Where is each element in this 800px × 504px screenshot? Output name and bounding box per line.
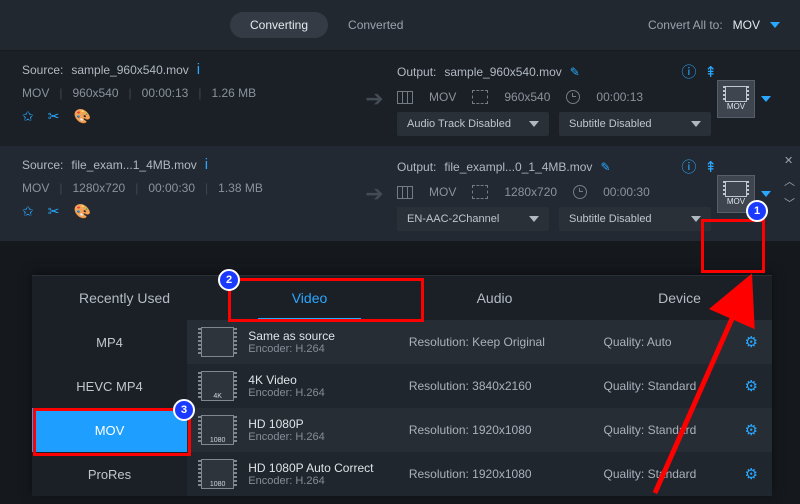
preset-row[interactable]: Same as sourceEncoder: H.264 Resolution:…: [187, 320, 772, 364]
gear-icon[interactable]: ⚙: [745, 465, 758, 483]
tab-converting[interactable]: Converting: [230, 12, 328, 38]
film-icon: 4K: [201, 371, 234, 401]
info-icon[interactable]: ⓘ: [681, 156, 696, 177]
output-label: Output:: [397, 160, 436, 174]
edit-icon[interactable]: ✎: [570, 65, 580, 79]
source-duration: 00:00:30: [148, 181, 195, 195]
output-format: MOV: [429, 185, 456, 199]
sidebar-item-hevc-mp4[interactable]: HEVC MP4: [32, 364, 187, 408]
audio-track-dropdown[interactable]: EN-AAC-2Channel: [397, 207, 549, 231]
convert-all-to[interactable]: Convert All to: MOV: [648, 18, 780, 32]
close-icon[interactable]: ✕: [784, 154, 795, 167]
chevron-down-icon: [691, 121, 701, 127]
popup-tab-recent[interactable]: Recently Used: [32, 276, 217, 320]
source-size: 1.38 MB: [218, 181, 263, 195]
source-label: Source:: [22, 158, 63, 172]
sidebar-item-prores[interactable]: ProRes: [32, 452, 187, 496]
resolution-icon: [472, 185, 488, 199]
audio-track-dropdown[interactable]: Audio Track Disabled: [397, 112, 549, 136]
compress-icon[interactable]: ⇞: [704, 63, 717, 81]
popup-tab-audio[interactable]: Audio: [402, 276, 587, 320]
chevron-down-icon: [529, 216, 539, 222]
convert-all-label: Convert All to:: [648, 18, 723, 32]
effects-icon[interactable]: ✩: [22, 203, 34, 220]
source-format: MOV: [22, 86, 49, 100]
source-filename: sample_960x540.mov: [71, 63, 188, 77]
gear-icon[interactable]: ⚙: [745, 421, 758, 439]
source-resolution: 960x540: [72, 86, 118, 100]
move-up-icon[interactable]: ︿: [784, 173, 795, 189]
effects-icon[interactable]: ✩: [22, 108, 34, 125]
clock-icon: [566, 90, 580, 104]
edit-icon[interactable]: ✎: [600, 160, 610, 174]
output-format: MOV: [429, 90, 456, 104]
info-icon[interactable]: i: [205, 156, 208, 173]
preset-row[interactable]: 1080 HD 1080P Auto CorrectEncoder: H.264…: [187, 452, 772, 496]
convert-all-value: MOV: [733, 18, 760, 32]
output-duration: 00:00:13: [596, 90, 643, 104]
source-duration: 00:00:13: [142, 86, 189, 100]
output-label: Output:: [397, 65, 436, 79]
popup-tab-device[interactable]: Device: [587, 276, 772, 320]
film-icon: 1080: [201, 415, 234, 445]
popup-tab-video[interactable]: Video: [217, 276, 402, 320]
gear-icon[interactable]: ⚙: [745, 377, 758, 395]
chevron-down-icon: [529, 121, 539, 127]
info-icon[interactable]: i: [197, 61, 200, 78]
trim-icon[interactable]: ✂: [48, 203, 60, 220]
palette-icon[interactable]: 🎨: [73, 203, 90, 220]
source-label: Source:: [22, 63, 63, 77]
format-icon: [397, 186, 413, 199]
subtitle-dropdown[interactable]: Subtitle Disabled: [559, 112, 711, 136]
format-icon: [397, 91, 413, 104]
sidebar-item-mov[interactable]: MOV: [32, 408, 187, 452]
chevron-down-icon[interactable]: [761, 96, 771, 102]
output-filename: sample_960x540.mov: [444, 65, 561, 79]
move-down-icon[interactable]: ﹀: [784, 195, 795, 211]
resolution-icon: [472, 90, 488, 104]
file-card-2: Source: file_exam...1_4MB.mov i MOV| 128…: [0, 146, 800, 241]
chevron-down-icon[interactable]: [761, 191, 771, 197]
output-format-chip[interactable]: MOV: [717, 175, 755, 213]
info-icon[interactable]: ⓘ: [681, 61, 696, 82]
clock-icon: [573, 185, 587, 199]
source-size: 1.26 MB: [211, 86, 256, 100]
gear-icon[interactable]: ⚙: [745, 333, 758, 351]
output-duration: 00:00:30: [603, 185, 650, 199]
film-icon: [201, 327, 234, 357]
output-filename: file_exampl...0_1_4MB.mov: [444, 160, 592, 174]
output-resolution: 1280x720: [504, 185, 557, 199]
top-bar: Converting Converted Convert All to: MOV: [0, 0, 800, 51]
output-resolution: 960x540: [504, 90, 550, 104]
source-filename: file_exam...1_4MB.mov: [71, 158, 196, 172]
preset-list: Same as sourceEncoder: H.264 Resolution:…: [187, 320, 772, 496]
format-sidebar: MP4 HEVC MP4 MOV ProRes: [32, 320, 187, 496]
palette-icon[interactable]: 🎨: [73, 108, 90, 125]
tab-converted[interactable]: Converted: [328, 12, 423, 38]
chevron-down-icon: [691, 216, 701, 222]
output-format-chip[interactable]: MOV: [717, 80, 755, 118]
compress-icon[interactable]: ⇞: [704, 158, 717, 176]
chevron-down-icon: [770, 22, 780, 28]
source-resolution: 1280x720: [72, 181, 125, 195]
preset-row[interactable]: 4K 4K VideoEncoder: H.264 Resolution: 38…: [187, 364, 772, 408]
format-picker-popup: Recently Used Video Audio Device MP4 HEV…: [32, 275, 772, 496]
arrow-right-icon: ➔: [352, 86, 397, 112]
top-tabs: Converting Converted: [230, 12, 423, 38]
file-card-1: Source: sample_960x540.mov i MOV| 960x54…: [0, 51, 800, 146]
sidebar-item-mp4[interactable]: MP4: [32, 320, 187, 364]
arrow-right-icon: ➔: [352, 181, 397, 207]
subtitle-dropdown[interactable]: Subtitle Disabled: [559, 207, 711, 231]
source-format: MOV: [22, 181, 49, 195]
film-icon: 1080: [201, 459, 234, 489]
preset-row[interactable]: 1080 HD 1080PEncoder: H.264 Resolution: …: [187, 408, 772, 452]
trim-icon[interactable]: ✂: [48, 108, 60, 125]
